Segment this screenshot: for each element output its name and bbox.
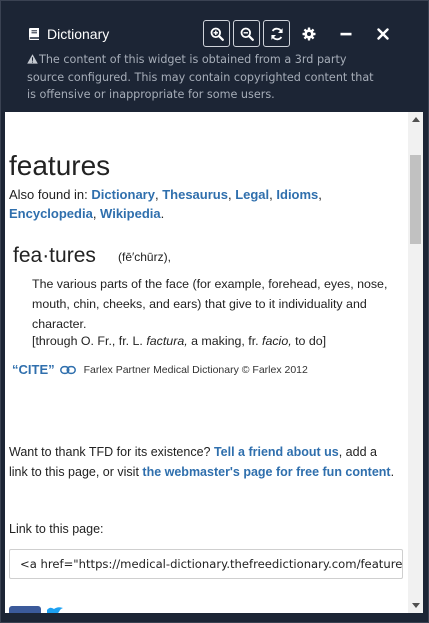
gear-icon bbox=[302, 27, 316, 41]
tell-a-friend-link[interactable]: Tell a friend about us bbox=[214, 445, 339, 459]
zoom-out-icon bbox=[240, 27, 254, 41]
also-found-prefix: Also found in: bbox=[9, 187, 92, 202]
headword: fea·tures bbox=[13, 244, 96, 267]
book-icon bbox=[29, 28, 39, 40]
zoom-out-button[interactable] bbox=[233, 20, 260, 47]
thanks-text-1: Want to thank TFD for its existence? bbox=[9, 445, 214, 459]
etymology-prefix: [through O. Fr., fr. L. bbox=[32, 334, 147, 348]
notice-text: The content of this widget is obtained f… bbox=[27, 53, 374, 101]
source-credit: Farlex Partner Medical Dictionary © Farl… bbox=[83, 363, 308, 376]
entry-word: features bbox=[9, 150, 111, 181]
vertical-scrollbar[interactable] bbox=[408, 112, 423, 613]
widget-header: Dictionary The content of this widget is… bbox=[1, 1, 428, 111]
content-notice: The content of this widget is obtained f… bbox=[27, 51, 377, 104]
pronunciation: (fē′chūrz), bbox=[118, 250, 171, 264]
settings-button[interactable] bbox=[298, 23, 320, 45]
link-legal[interactable]: Legal bbox=[235, 187, 269, 202]
scrollbar-thumb[interactable] bbox=[410, 155, 421, 244]
definition: The various parts of the face (for examp… bbox=[32, 277, 388, 331]
widget-title: Dictionary bbox=[47, 26, 110, 42]
close-icon bbox=[377, 28, 389, 40]
link-thesaurus[interactable]: Thesaurus bbox=[162, 187, 228, 202]
warning-icon bbox=[27, 54, 38, 64]
minimize-icon bbox=[340, 32, 352, 36]
refresh-button[interactable] bbox=[263, 20, 290, 47]
etymology-suffix: to do] bbox=[291, 334, 327, 348]
link-to-page-field[interactable]: <a href="https://medical-dictionary.thef… bbox=[9, 549, 403, 579]
link-to-page-label: Link to this page: bbox=[9, 522, 104, 536]
etymology: [through O. Fr., fr. L. factura, a makin… bbox=[32, 331, 400, 351]
link-wikipedia[interactable]: Wikipedia bbox=[100, 206, 161, 221]
etymology-middle: a making, fr. bbox=[187, 334, 263, 348]
thanks-paragraph: Want to thank TFD for its existence? Tel… bbox=[9, 442, 399, 482]
link-icon[interactable] bbox=[59, 365, 76, 375]
etymology-facio: facio, bbox=[262, 334, 292, 348]
cite-button[interactable]: “CITE” bbox=[12, 362, 55, 377]
zoom-in-button[interactable] bbox=[203, 20, 230, 47]
refresh-icon bbox=[270, 27, 283, 40]
webmaster-page-link[interactable]: the webmaster's page for free fun conten… bbox=[142, 465, 390, 479]
twitter-icon[interactable] bbox=[45, 606, 71, 613]
link-idioms[interactable]: Idioms bbox=[276, 187, 318, 202]
minimize-button[interactable] bbox=[335, 23, 357, 45]
also-found-in: Also found in: Dictionary, Thesaurus, Le… bbox=[9, 187, 322, 221]
close-button[interactable] bbox=[372, 23, 394, 45]
scroll-down-arrow[interactable] bbox=[412, 603, 420, 608]
dictionary-content[interactable]: features Also found in: Dictionary, Thes… bbox=[5, 112, 423, 613]
citation-row: “CITE” Farlex Partner Medical Dictionary… bbox=[12, 362, 308, 377]
widget-title-row: Dictionary bbox=[27, 25, 109, 43]
scroll-up-arrow[interactable] bbox=[412, 117, 420, 122]
etymology-factura: factura, bbox=[146, 334, 188, 348]
facebook-icon[interactable] bbox=[9, 606, 41, 613]
link-encyclopedia[interactable]: Encyclopedia bbox=[9, 206, 93, 221]
thanks-text-3: . bbox=[390, 465, 395, 479]
zoom-in-icon bbox=[210, 27, 224, 41]
dictionary-widget: Dictionary The content of this widget is… bbox=[0, 0, 429, 623]
social-share-row bbox=[9, 606, 71, 613]
link-dictionary[interactable]: Dictionary bbox=[91, 187, 155, 202]
